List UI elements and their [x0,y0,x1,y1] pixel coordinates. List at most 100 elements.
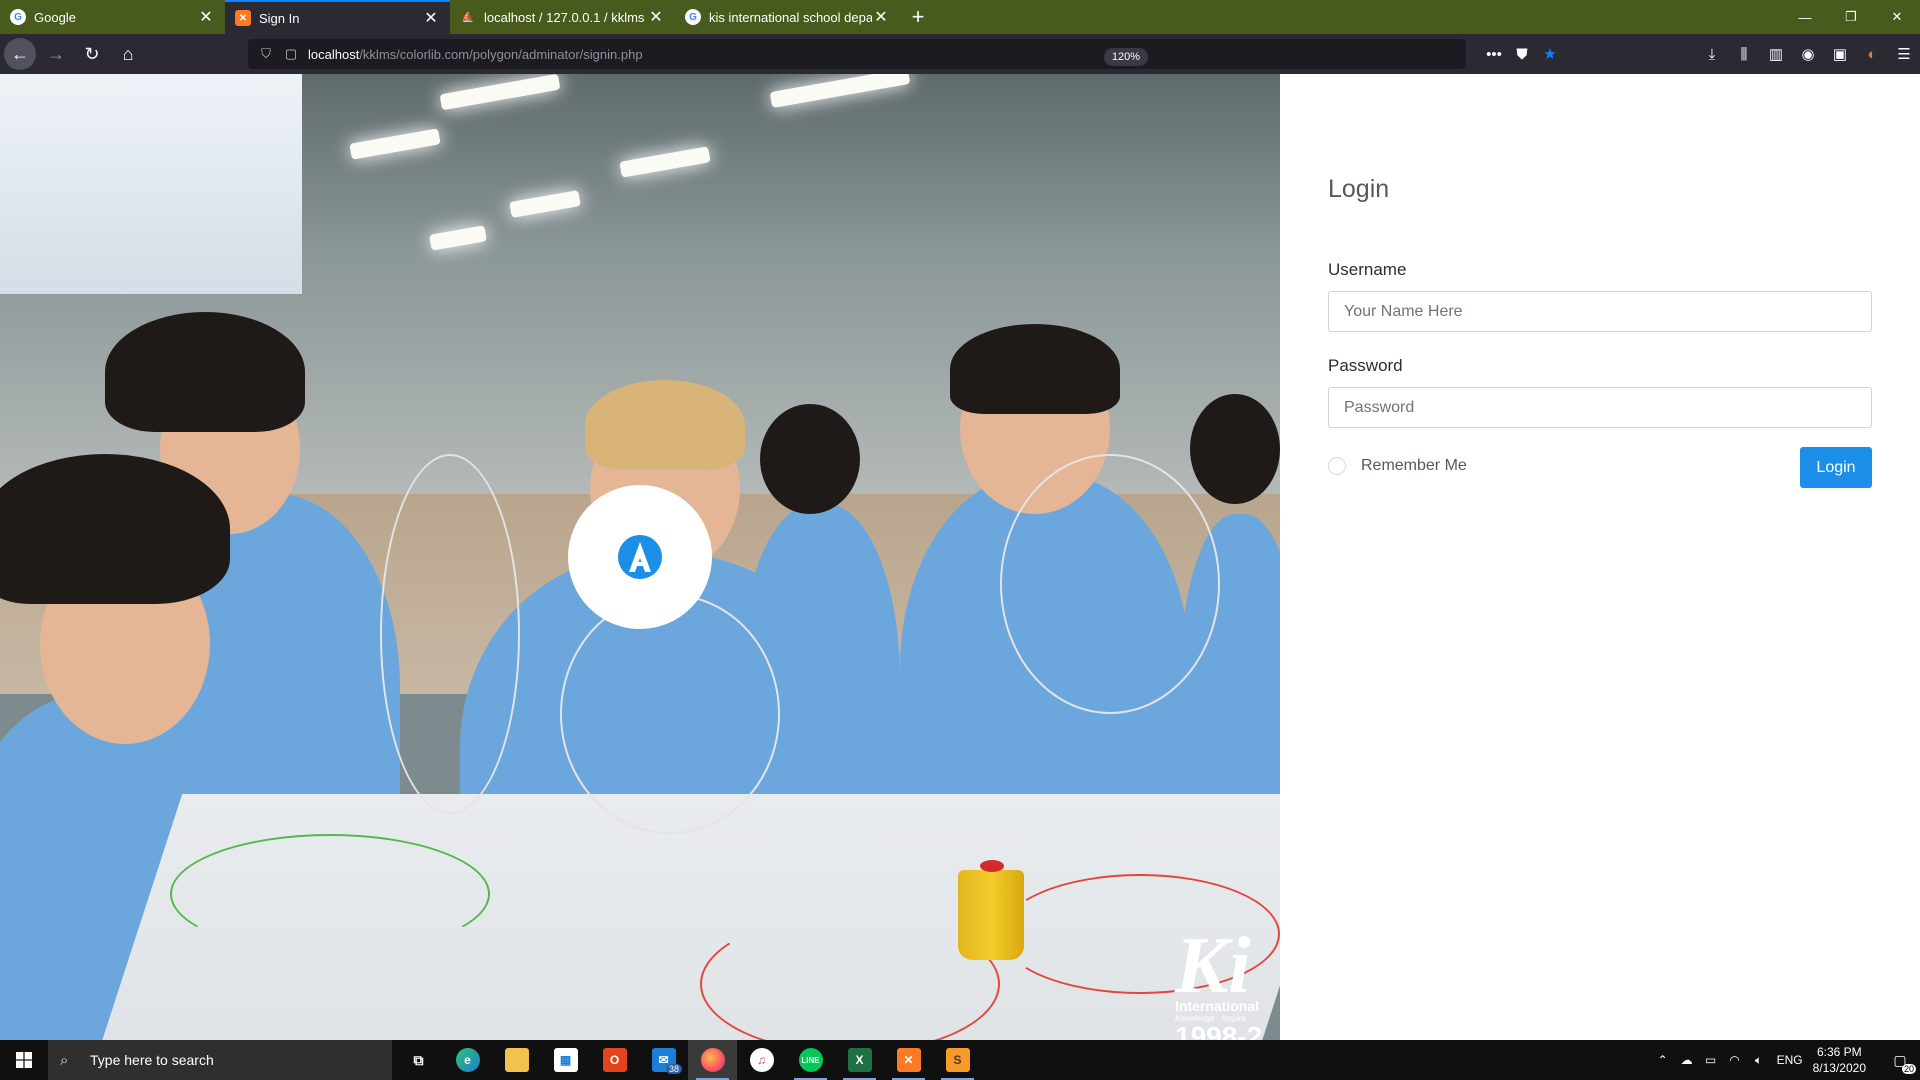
tab-phpmyadmin[interactable]: ⛵ localhost / 127.0.0.1 / kklms / q ✕ [450,0,675,34]
back-button[interactable]: ← [4,38,36,70]
tab-google[interactable]: G Google ✕ [0,0,225,34]
password-input[interactable] [1328,387,1872,428]
bookmark-star-icon[interactable]: ★ [1536,39,1564,69]
extension-cookie-icon[interactable]: ◐ [1856,39,1888,69]
sidebar-icon[interactable]: ▥ [1760,39,1792,69]
google-icon: G [10,9,26,25]
remember-me-radio[interactable] [1328,457,1346,475]
task-view-button[interactable]: ⧉ [394,1040,443,1080]
login-title: Login [1328,175,1390,203]
close-tab-icon[interactable]: ✕ [197,7,215,27]
restore-icon[interactable]: ❐ [1828,0,1874,34]
photo-hair [760,404,860,514]
extension-icon[interactable]: ▣ [1824,39,1856,69]
username-input[interactable] [1328,291,1872,332]
photo-buzzer-button [980,860,1004,872]
username-label: Username [1328,260,1407,279]
clock-date: 8/13/2020 [1812,1061,1866,1075]
remember-me-checkbox[interactable]: Remember Me [1328,457,1467,475]
photo-wire [380,454,520,814]
close-tab-icon[interactable]: ✕ [647,7,665,27]
photo-wire [1000,454,1220,714]
line-app[interactable]: LINE [786,1040,835,1080]
adminator-logo-icon [618,535,662,579]
home-button[interactable]: ⌂ [112,38,144,70]
mail-app[interactable]: ✉ 38 [639,1040,688,1080]
close-tab-icon[interactable]: ✕ [872,7,890,27]
notification-count: 20 [1901,1064,1916,1074]
forward-button[interactable]: → [40,38,72,70]
sublime-app[interactable]: S [933,1040,982,1080]
photo-logo-brand: Ki [1175,922,1251,1010]
tab-title: localhost / 127.0.0.1 / kklms / q [484,9,647,25]
excel-app[interactable]: X [835,1040,884,1080]
edge-icon: e [455,1048,480,1072]
photo-wire [560,594,780,834]
onedrive-icon[interactable]: ☁ [1675,1053,1699,1067]
download-icon[interactable]: ⤓ [1696,39,1728,69]
firefox-app[interactable] [688,1040,737,1080]
pocket-icon[interactable]: ⛊ [1508,39,1536,69]
photo-hair [950,324,1120,414]
edge-app[interactable]: e [443,1040,492,1080]
chevron-up-icon[interactable]: ⌃ [1651,1053,1675,1067]
store-icon: ▦ [553,1048,578,1072]
remember-me-label: Remember Me [1361,457,1467,474]
url-path: /kklms/colorlib.com/polygon/adminator/si… [359,46,643,62]
menu-icon[interactable]: ☰ [1888,39,1920,69]
page-info-icon[interactable]: ▢ [280,46,302,62]
tab-kis-search[interactable]: G kis international school depart ✕ [675,0,900,34]
clock[interactable]: 6:36 PM 8/13/2020 [1813,1044,1866,1076]
taskbar-search[interactable]: ⌕ Type here to search [48,1040,392,1080]
close-window-icon[interactable]: ✕ [1874,0,1920,34]
language-indicator[interactable]: ENG [1777,1053,1803,1067]
photo-hair [585,380,745,470]
store-app[interactable]: ▦ [541,1040,590,1080]
tab-title: Sign In [259,10,300,26]
zoom-indicator[interactable]: 120% [1103,48,1148,66]
photo-logo-years: 1998-2 [1175,1021,1263,1041]
battery-icon[interactable]: ▭ [1699,1053,1723,1067]
page-actions: ••• ⛊ ★ [1480,39,1564,69]
office-app[interactable]: O [590,1040,639,1080]
tab-sign-in[interactable]: ✕ Sign In ✕ [225,0,450,34]
photo-hair [1190,394,1280,504]
photo-hair [0,454,230,604]
photo-school-logo: Ki International Knowledge · Inspira 199… [1175,922,1280,1041]
address-bar[interactable]: ⛉ ▢ localhost/kklms/colorlib.com/polygon… [248,39,1466,69]
photo-wire [170,834,490,954]
music-icon: ♫ [749,1048,774,1072]
wifi-icon[interactable]: ◠ [1723,1053,1747,1067]
url-host: localhost [308,46,360,62]
reload-button[interactable]: ↻ [76,38,108,70]
firefox-icon [700,1048,725,1072]
password-label: Password [1328,356,1403,375]
start-button[interactable] [0,1040,48,1080]
volume-icon[interactable]: 🔈︎ [1747,1053,1771,1068]
tracking-shield-icon[interactable]: ⛉ [252,46,280,62]
office-icon: O [602,1048,627,1072]
tab-strip: G Google ✕ ✕ Sign In ✕ ⛵ localhost / 127… [0,0,1920,34]
file-explorer-app[interactable] [492,1040,541,1080]
login-button[interactable]: Login [1800,447,1872,488]
close-tab-icon[interactable]: ✕ [422,8,440,28]
action-center-button[interactable]: ▢ 20 [1880,1040,1920,1080]
tab-title: kis international school depart [709,9,872,25]
xampp-icon: ✕ [235,10,251,26]
hero-photo: Ki International Knowledge · Inspira 199… [0,74,1280,1040]
more-actions-icon[interactable]: ••• [1480,39,1508,69]
folder-icon [504,1048,529,1072]
new-tab-button[interactable]: + [900,0,936,34]
itunes-app[interactable]: ♫ [737,1040,786,1080]
url-text[interactable]: localhost/kklms/colorlib.com/polygon/adm… [308,47,643,62]
phpmyadmin-icon: ⛵ [461,11,475,23]
search-placeholder: Type here to search [90,1052,214,1068]
photo-hair [105,312,305,432]
photo-projector-screen [0,74,302,294]
account-icon[interactable]: ◉ [1792,39,1824,69]
minimize-icon[interactable]: — [1782,0,1828,34]
photo-logo-school: International [1175,998,1260,1014]
xampp-app[interactable]: ✕ [884,1040,933,1080]
sublime-text-icon: S [945,1048,970,1072]
library-icon[interactable]: ⫼ [1728,39,1760,69]
